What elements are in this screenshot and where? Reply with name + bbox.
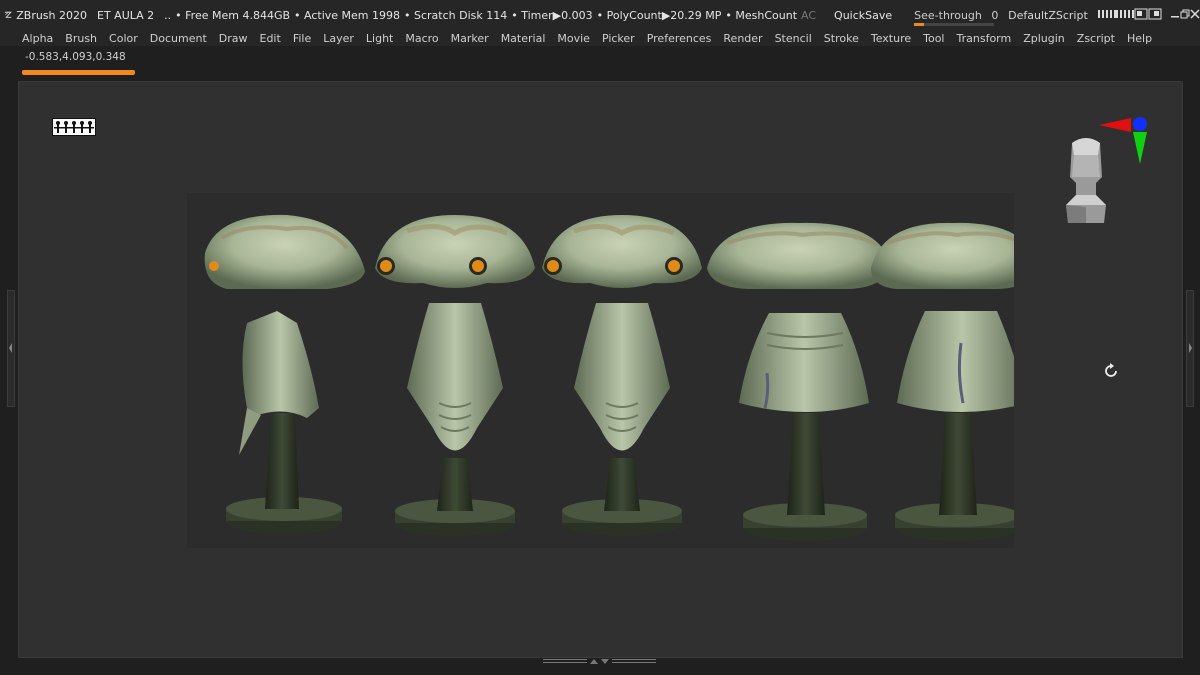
bottom-tray-handle[interactable] [543,657,656,665]
title-separator: .. [164,8,172,22]
layout-toggle-2-icon[interactable] [1115,9,1134,22]
menu-texture[interactable]: Texture [865,32,917,45]
menu-stroke[interactable]: Stroke [818,32,865,45]
right-tray-handle[interactable] [1186,290,1194,407]
see-through-label: See-through [914,8,982,22]
quicksave-button[interactable]: QuickSave [834,9,892,22]
menu-light[interactable]: Light [360,32,399,45]
layout-toggle-1-icon[interactable] [1097,9,1116,22]
polycount: • PolyCount▶20.29 MP [596,8,722,22]
free-mem: • Free Mem 4.844GB [175,8,291,22]
menu-stencil[interactable]: Stencil [769,32,818,45]
title-bar: ZBrush 2020 ET AULA 2 .. • Free Mem 4.84… [0,0,1200,30]
render-figure-2 [375,215,535,536]
menu-material[interactable]: Material [495,32,552,45]
render-figure-3 [542,215,702,536]
menu-render[interactable]: Render [717,32,768,45]
menu-macro[interactable]: Macro [399,32,444,45]
menu-transform[interactable]: Transform [951,32,1018,45]
menu-tool[interactable]: Tool [917,32,950,45]
see-through-track [914,22,995,26]
see-through-fill [914,22,925,26]
coordinates-indicator-bar [22,70,135,75]
menu-help[interactable]: Help [1121,32,1158,45]
menu-marker[interactable]: Marker [445,32,495,45]
restore-icon[interactable] [1180,9,1190,22]
menu-color[interactable]: Color [103,32,144,45]
menu-draw[interactable]: Draw [213,32,254,45]
menu-preferences[interactable]: Preferences [641,32,718,45]
main-menu-bar: Alpha Brush Color Document Draw Edit Fil… [0,30,1200,46]
menu-zplugin[interactable]: Zplugin [1017,32,1071,45]
app-title: ZBrush 2020 [16,8,88,22]
document-title: ET AULA 2 [97,8,155,22]
render-figure-4 [707,222,891,541]
see-through-slider[interactable]: See-through 0 [914,8,998,26]
window-layout-2-icon[interactable] [1148,8,1162,23]
menu-movie[interactable]: Movie [551,32,596,45]
default-zscript-button[interactable]: DefaultZScript [1008,9,1088,22]
menu-zscript[interactable]: Zscript [1071,32,1121,45]
meshcount: • MeshCount [725,8,798,22]
left-tray-handle[interactable] [7,290,15,407]
menu-document[interactable]: Document [144,32,213,45]
menu-alpha[interactable]: Alpha [0,32,59,45]
window-layout-1-icon[interactable] [1134,8,1148,23]
timer: • Timer▶0.003 [511,8,593,22]
zbrush-logo-icon [4,11,12,18]
menu-file[interactable]: File [287,32,317,45]
active-tool-thumbnail-icon[interactable] [52,118,96,136]
see-through-value: 0 [991,8,999,22]
ac-label: AC [801,8,817,22]
menu-edit[interactable]: Edit [254,32,287,45]
minimize-icon[interactable] [1170,9,1180,22]
menu-layer[interactable]: Layer [317,32,360,45]
render-figure-1 [204,214,365,534]
alien-mushroom-renders [187,193,1014,548]
menu-brush[interactable]: Brush [59,32,103,45]
head-view-icon[interactable] [1058,135,1114,229]
rotate-icon[interactable] [1102,362,1120,380]
cursor-coordinates: -0.583,4.093,0.348 [25,51,126,63]
active-mem: • Active Mem 1998 [294,8,401,22]
close-icon[interactable] [1190,8,1200,22]
render-figure-5 [871,222,1014,541]
menu-picker[interactable]: Picker [596,32,641,45]
scratch-disk: • Scratch Disk 114 [404,8,508,22]
